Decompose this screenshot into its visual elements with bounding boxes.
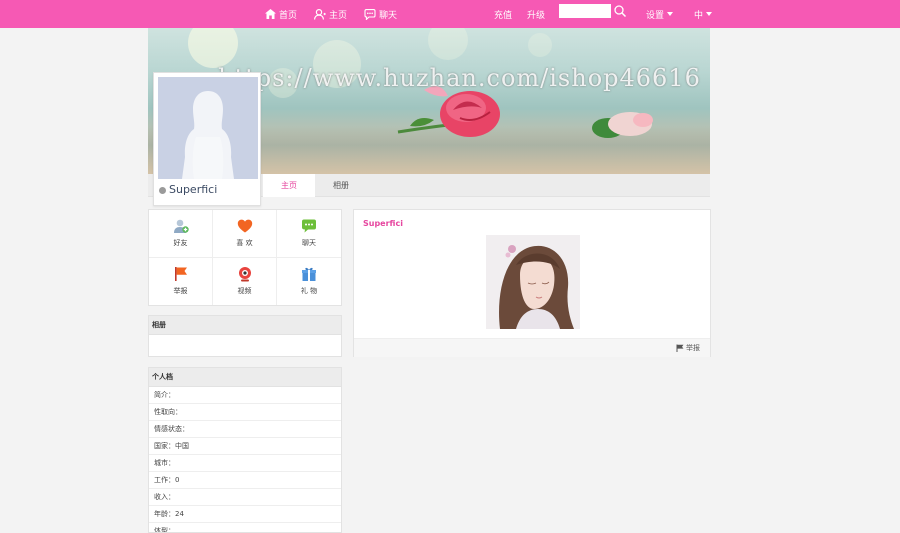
chat-button[interactable]: 聊天 bbox=[277, 210, 341, 258]
avatar[interactable] bbox=[158, 77, 258, 179]
add-friend-icon bbox=[173, 219, 189, 234]
watermark-text: https://www.huzhan.com/ishop46616 bbox=[218, 64, 701, 92]
user-icon bbox=[314, 8, 326, 20]
album-panel-title: 相册 bbox=[152, 321, 166, 329]
tab-album[interactable]: 相册 bbox=[315, 174, 367, 197]
info-row-country: 国家：中国 bbox=[149, 438, 341, 455]
gift-icon bbox=[302, 268, 316, 282]
add-friend-label: 好友 bbox=[173, 239, 188, 248]
info-row-income: 收入： bbox=[149, 489, 341, 506]
nav-recharge[interactable]: 充值 bbox=[494, 0, 512, 28]
chevron-down-icon bbox=[706, 12, 713, 16]
nav-upgrade[interactable]: 升级 bbox=[527, 0, 545, 28]
add-friend-button[interactable]: 好友 bbox=[149, 210, 213, 258]
search-icon[interactable] bbox=[613, 4, 627, 18]
female-silhouette-icon bbox=[182, 91, 234, 179]
language-label: 中 bbox=[694, 10, 704, 21]
video-button[interactable]: 视频 bbox=[213, 257, 277, 305]
nav-chat[interactable]: 聊天 bbox=[364, 0, 397, 28]
info-row-body-type: 体型： bbox=[149, 523, 341, 532]
chevron-down-icon bbox=[667, 12, 674, 16]
heart-icon bbox=[237, 219, 252, 233]
gift-button[interactable]: 礼 物 bbox=[277, 258, 341, 306]
portrait-illustration bbox=[486, 235, 580, 329]
like-button[interactable]: 喜 欢 bbox=[213, 210, 277, 258]
tab-home-label: 主页 bbox=[281, 181, 297, 190]
flag-icon bbox=[676, 344, 684, 352]
profile-post: Superfici 举报 bbox=[353, 209, 711, 357]
top-navigation-bar: 首页 主页 聊天 充值 升级 设置 中 bbox=[0, 0, 900, 28]
info-panel-title: 个人档 bbox=[152, 373, 173, 381]
chat-icon bbox=[364, 8, 376, 20]
info-row-bio: 简介： bbox=[149, 387, 341, 404]
info-panel-header: 个人档 bbox=[148, 367, 342, 387]
album-panel-body bbox=[148, 335, 342, 357]
info-panel-body: 简介： 性取向： 情感状态： 国家：中国 城市： 工作：0 收入： 年龄：24 … bbox=[148, 387, 342, 533]
info-row-city: 城市： bbox=[149, 455, 341, 472]
info-row-relationship: 情感状态： bbox=[149, 421, 341, 438]
search-input[interactable] bbox=[559, 4, 611, 18]
chat-label: 聊天 bbox=[302, 239, 316, 248]
nav-profile[interactable]: 主页 bbox=[314, 0, 347, 28]
info-row-orientation: 性取向： bbox=[149, 404, 341, 421]
post-footer: 举报 bbox=[354, 338, 710, 357]
home-icon bbox=[265, 9, 276, 19]
settings-label: 设置 bbox=[646, 10, 665, 21]
like-label: 喜 欢 bbox=[236, 239, 253, 248]
report-button[interactable]: 举报 bbox=[149, 257, 213, 305]
nav-home[interactable]: 首页 bbox=[265, 0, 297, 28]
post-report-link[interactable]: 举报 bbox=[676, 343, 700, 353]
chat-bubble-icon bbox=[302, 219, 316, 233]
nav-upgrade-label: 升级 bbox=[527, 10, 546, 21]
webcam-icon bbox=[238, 267, 251, 282]
nav-chat-label: 聊天 bbox=[379, 10, 398, 21]
nav-profile-label: 主页 bbox=[329, 10, 348, 21]
post-author-link[interactable]: Superfici bbox=[363, 219, 403, 228]
status-indicator bbox=[159, 187, 166, 194]
info-row-job: 工作：0 bbox=[149, 472, 341, 489]
video-label: 视频 bbox=[237, 287, 252, 296]
tab-home[interactable]: 主页 bbox=[263, 174, 315, 197]
profile-username: Superfici bbox=[169, 183, 218, 196]
flag-icon bbox=[174, 267, 187, 282]
settings-dropdown[interactable]: 设置 bbox=[646, 0, 674, 28]
album-panel-header: 相册 bbox=[148, 315, 342, 335]
nav-home-label: 首页 bbox=[279, 10, 298, 21]
info-row-age: 年龄：24 bbox=[149, 506, 341, 523]
profile-avatar-card: Superfici bbox=[153, 72, 261, 206]
tab-album-label: 相册 bbox=[333, 181, 349, 190]
profile-action-grid: 好友 喜 欢 聊天 举报 视频 礼 物 bbox=[148, 209, 342, 306]
post-photo[interactable] bbox=[486, 235, 580, 329]
language-dropdown[interactable]: 中 bbox=[694, 0, 713, 28]
post-report-label: 举报 bbox=[686, 344, 700, 352]
gift-label: 礼 物 bbox=[300, 287, 318, 296]
nav-recharge-label: 充值 bbox=[494, 10, 513, 21]
report-label: 举报 bbox=[173, 287, 188, 296]
